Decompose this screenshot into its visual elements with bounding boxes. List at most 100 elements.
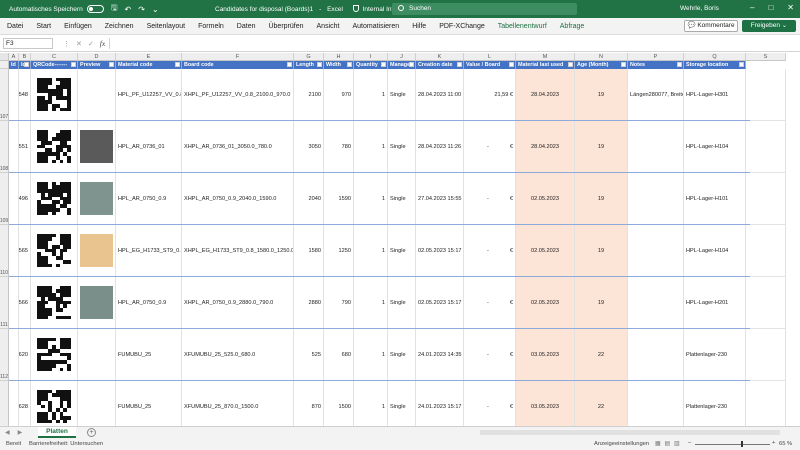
- maximize-icon[interactable]: □: [768, 3, 773, 12]
- accessibility-status[interactable]: Barrierefreiheit: Untersuchen: [29, 441, 103, 447]
- horizontal-scrollbar[interactable]: [480, 430, 780, 435]
- zoom-in-icon[interactable]: +: [772, 440, 775, 446]
- table-cell[interactable]: 02.05.2023: [516, 225, 575, 277]
- table-cell[interactable]: Single: [388, 121, 416, 173]
- column-header-l[interactable]: L: [464, 53, 516, 61]
- table-cell[interactable]: [9, 69, 19, 121]
- table-header-j[interactable]: Manage: [388, 61, 416, 69]
- qr-code-cell[interactable]: [31, 277, 78, 329]
- tab-datei[interactable]: Datei: [7, 23, 23, 30]
- table-cell[interactable]: [9, 121, 19, 173]
- filter-dropdown-icon[interactable]: [621, 62, 626, 67]
- table-cell[interactable]: - €: [464, 329, 516, 381]
- table-cell[interactable]: [746, 121, 786, 173]
- table-cell[interactable]: Single: [388, 381, 416, 426]
- table-cell[interactable]: [746, 225, 786, 277]
- table-cell[interactable]: 19: [575, 277, 628, 329]
- table-cell[interactable]: 24.01.2023 14:35: [416, 329, 464, 381]
- table-cell[interactable]: 790: [324, 277, 354, 329]
- filter-dropdown-icon[interactable]: [568, 62, 573, 67]
- table-cell[interactable]: XHPL_AR_0750_0.9_2040.0_1590.0: [182, 173, 294, 225]
- table-cell[interactable]: [746, 277, 786, 329]
- filter-dropdown-icon[interactable]: [175, 62, 180, 67]
- table-cell[interactable]: [9, 277, 19, 329]
- filter-dropdown-icon[interactable]: [739, 62, 744, 67]
- table-cell[interactable]: 1496: [19, 173, 31, 225]
- preview-cell[interactable]: [78, 173, 116, 225]
- table-cell[interactable]: 28.04.2023: [516, 69, 575, 121]
- fx-icon[interactable]: fx: [100, 39, 105, 48]
- table-cell[interactable]: 22: [575, 381, 628, 426]
- table-cell[interactable]: 1566: [19, 277, 31, 329]
- table-cell[interactable]: HPL-Lager-H101: [684, 173, 746, 225]
- table-cell[interactable]: 1580: [294, 225, 324, 277]
- table-cell[interactable]: 02.05.2023: [516, 173, 575, 225]
- table-header-k[interactable]: Creation date: [416, 61, 464, 69]
- tab-zeichnen[interactable]: Zeichnen: [105, 23, 134, 30]
- column-header-h[interactable]: H: [324, 53, 354, 61]
- tab-start[interactable]: Start: [36, 23, 51, 30]
- table-cell[interactable]: 620: [19, 329, 31, 381]
- table-cell[interactable]: 1: [354, 173, 388, 225]
- display-settings[interactable]: Anzeigeeinstellungen: [594, 441, 649, 447]
- table-cell[interactable]: 1: [354, 381, 388, 426]
- table-cell[interactable]: HPL-Lager-H104: [684, 121, 746, 173]
- column-header-m[interactable]: M: [516, 53, 575, 61]
- table-cell[interactable]: XHPL_AR_0736_01_3050.0_780.0: [182, 121, 294, 173]
- table-header-h[interactable]: Width: [324, 61, 354, 69]
- table-cell[interactable]: 3050: [294, 121, 324, 173]
- table-cell[interactable]: HPL-Lager-H201: [684, 277, 746, 329]
- row-header[interactable]: 109: [0, 173, 9, 225]
- filter-dropdown-icon[interactable]: [409, 62, 414, 67]
- table-cell[interactable]: 1548: [19, 69, 31, 121]
- table-cell[interactable]: Single: [388, 69, 416, 121]
- table-cell[interactable]: 1250: [324, 225, 354, 277]
- table-cell[interactable]: [9, 173, 19, 225]
- tab-seitenlayout[interactable]: Seitenlayout: [147, 23, 186, 30]
- column-header-c[interactable]: C: [31, 53, 78, 61]
- table-cell[interactable]: 870: [294, 381, 324, 426]
- zoom-out-icon[interactable]: –: [688, 440, 691, 446]
- table-cell[interactable]: 02.05.2023 15:17: [416, 277, 464, 329]
- customize-icon[interactable]: ⌄: [152, 5, 159, 14]
- filter-dropdown-icon[interactable]: [287, 62, 292, 67]
- table-cell[interactable]: 2040: [294, 173, 324, 225]
- table-cell[interactable]: [746, 173, 786, 225]
- table-cell[interactable]: Plattenlager-230: [684, 381, 746, 426]
- table-cell[interactable]: 19: [575, 69, 628, 121]
- column-header-n[interactable]: N: [575, 53, 628, 61]
- tab-hilfe[interactable]: Hilfe: [412, 23, 426, 30]
- sheet-nav-arrows[interactable]: ◀▶: [5, 429, 30, 436]
- filter-dropdown-icon[interactable]: [677, 62, 682, 67]
- tab-formeln[interactable]: Formeln: [198, 23, 224, 30]
- table-cell[interactable]: 1: [354, 69, 388, 121]
- table-cell[interactable]: - €: [464, 277, 516, 329]
- table-cell[interactable]: 1: [354, 225, 388, 277]
- table-cell[interactable]: [628, 329, 684, 381]
- table-cell[interactable]: HPL-Lager-H104: [684, 225, 746, 277]
- table-cell[interactable]: HPL_AR_0750_0.9: [116, 173, 182, 225]
- minimize-icon[interactable]: –: [750, 3, 754, 12]
- table-header-e[interactable]: Material code: [116, 61, 182, 69]
- tab-überprüfen[interactable]: Überprüfen: [268, 23, 303, 30]
- table-cell[interactable]: 28.04.2023 11:00: [416, 69, 464, 121]
- table-header-i[interactable]: Quantity: [354, 61, 388, 69]
- table-cell[interactable]: 2100: [294, 69, 324, 121]
- tab-daten[interactable]: Daten: [237, 23, 256, 30]
- tab-pdf-xchange[interactable]: PDF-XChange: [439, 23, 485, 30]
- qr-code-cell[interactable]: [31, 69, 78, 121]
- tab-tabellenentwurf[interactable]: Tabellenentwurf: [498, 23, 547, 30]
- column-header-p[interactable]: P: [628, 53, 684, 61]
- table-cell[interactable]: Längen280077, Breite: [628, 69, 684, 121]
- table-cell[interactable]: HPL_EG_H1733_ST9_0.8: [116, 225, 182, 277]
- close-icon[interactable]: ✕: [787, 3, 794, 12]
- table-cell[interactable]: 02.05.2023: [516, 277, 575, 329]
- tab-ansicht[interactable]: Ansicht: [317, 23, 340, 30]
- comments-button[interactable]: 💬 Kommentare: [684, 20, 738, 32]
- qr-code-cell[interactable]: [31, 173, 78, 225]
- table-cell[interactable]: [628, 225, 684, 277]
- table-cell[interactable]: 525: [294, 329, 324, 381]
- table-cell[interactable]: Single: [388, 329, 416, 381]
- table-cell[interactable]: FUMUBU_25: [116, 329, 182, 381]
- filter-dropdown-icon[interactable]: [457, 62, 462, 67]
